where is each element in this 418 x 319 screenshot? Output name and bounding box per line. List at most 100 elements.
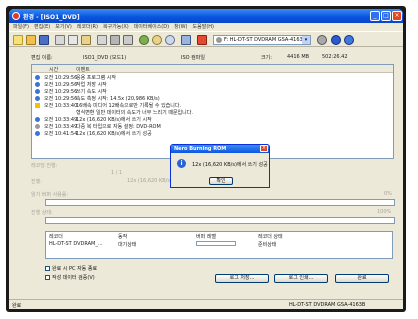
recorder-col-header: 레코더: [49, 234, 63, 240]
dialog-close-icon[interactable]: ×: [260, 145, 268, 152]
save-log-button[interactable]: 로그 저장...: [215, 274, 269, 283]
paste-icon[interactable]: [81, 35, 91, 45]
maximize-button[interactable]: □: [381, 11, 391, 21]
log-message: 12x (16,620 KB/s)에서 쓰기 시작: [76, 117, 152, 123]
menu-view[interactable]: 보기(V): [55, 23, 72, 31]
save-icon[interactable]: [39, 35, 49, 45]
refresh-icon[interactable]: [139, 35, 149, 45]
step-label: 레코딩 진행:: [31, 163, 58, 169]
menu-help[interactable]: 도움말(H): [193, 23, 214, 31]
drive-select[interactable]: F: HL-DT-ST DVDRAM GSA-4163B ▾: [213, 35, 311, 45]
checkbox-box[interactable]: [45, 266, 50, 271]
log-row: 오전 10:29:56 응용 프로그램 시작: [32, 74, 393, 81]
dialog-title-bar[interactable]: Nero Burning ROM ×: [171, 145, 269, 153]
copy-disc-icon[interactable]: [123, 35, 133, 45]
menu-extras[interactable]: 복구가능(X): [103, 23, 129, 31]
verify-label: 작성 데이터 검증(V): [52, 275, 95, 281]
toolbar: F: HL-DT-ST DVDRAM GSA-4163B ▾: [9, 31, 403, 47]
done-button[interactable]: 완료: [335, 274, 389, 283]
menu-file[interactable]: 파일(F): [13, 23, 29, 31]
print-log-button[interactable]: 로그 인쇄...: [274, 274, 328, 283]
log-row: 형식변환 일반 데이터의 속도가 너무 느리기 때문입니다.: [32, 109, 393, 116]
log-message: 쓰기 속도 시작: [76, 89, 107, 95]
log-message: 속도 측정 시작: 14.5x (20,986 KB/s): [76, 96, 160, 102]
log-time: 오전 10:33:49: [44, 124, 78, 130]
shutdown-checkbox[interactable]: 완료 시 PC 자동 종료: [45, 265, 97, 272]
action-col-header: 동작: [118, 234, 128, 240]
status-drive: HL-DT-ST DVDRAM GSA-4163B: [289, 302, 366, 308]
burn-icon[interactable]: [110, 35, 120, 45]
menu-recorder[interactable]: 레코더(R): [77, 23, 98, 31]
image-icon[interactable]: [97, 35, 107, 45]
checkbox-box[interactable]: [45, 275, 50, 280]
recorder-action: 대기상태: [118, 242, 137, 248]
log-message: 다중 복 타입으로 자동 설정: DVD-ROM: [76, 124, 161, 130]
drive-icon: [216, 37, 222, 43]
log-message: 형식변환 일반 데이터의 속도가 너무 느리기 때문입니다.: [76, 110, 193, 116]
status-text: 완료: [12, 303, 22, 309]
size-value: 4416 MB: [287, 54, 310, 60]
capacity-value: 502:26.42: [322, 54, 348, 60]
title-bar[interactable]: 환경 - [ISO1_DVD] _ □ ×: [9, 9, 403, 23]
info-icon: [35, 75, 40, 80]
minimize-button[interactable]: _: [370, 11, 380, 21]
progress-value: 12x (16,620 KB/s): [127, 178, 172, 184]
log-message: 12x (16,620 KB/s)에서 쓰기 성공: [76, 131, 152, 137]
recorder-table[interactable]: 레코더 동작 버퍼 레벨 레코더 상태 HL-DT-ST DVDRAM_... …: [45, 231, 393, 259]
log-col-event[interactable]: 이벤트: [76, 66, 90, 73]
log-message: 16배속 미디어 12배속으로만 기록될 수 있습니다.: [76, 103, 182, 109]
chevron-down-icon[interactable]: ▾: [302, 36, 310, 44]
compilation-name-value: ISO1_DVD (모드1): [83, 55, 127, 61]
ok-button[interactable]: 확인: [209, 177, 233, 185]
buffer-percent: 0%: [384, 191, 392, 197]
app-window: 환경 - [ISO1_DVD] _ □ × 파일(F) 편집(E) 보기(V) …: [9, 9, 403, 309]
close-button[interactable]: ×: [392, 11, 402, 21]
info-icon: [35, 82, 40, 87]
status-col-header: 레코더 상태: [258, 234, 283, 240]
log-time: 오전 10:33:49: [44, 117, 78, 123]
write-label: 진행 상태:: [31, 210, 53, 216]
log-row: 오전 10:29:56 속도 측정 시작: 14.5x (20,986 KB/s…: [32, 95, 393, 102]
info-icon: [35, 96, 40, 101]
menu-edit[interactable]: 편집(E): [34, 23, 50, 31]
menu-window[interactable]: 창(W): [174, 23, 187, 31]
buffer-label: 읽기 버퍼 사용률:: [31, 192, 69, 198]
log-time: 오전 10:29:56: [44, 75, 78, 81]
drive-select-value: F: HL-DT-ST DVDRAM GSA-4163B: [224, 37, 307, 43]
log-row: 오전 10:29:56 작업 저장 시작: [32, 81, 393, 88]
info-icon[interactable]: [331, 35, 341, 45]
info-icon: [35, 131, 40, 136]
log-time: 오전 10:29:56: [44, 96, 78, 102]
log-row: 오전 10:41:54 12x (16,620 KB/s)에서 쓰기 성공: [32, 130, 393, 137]
window-title: 환경 - [ISO1_DVD]: [23, 14, 80, 21]
log-message: 응용 프로그램 시작: [76, 75, 116, 81]
log-time: 오전 10:29:56: [44, 82, 78, 88]
nero-logo-icon[interactable]: [197, 35, 207, 45]
nero-app-icon: [12, 12, 20, 20]
log-time: 오전 10:29:56: [44, 89, 78, 95]
copy-icon[interactable]: [68, 35, 78, 45]
status-bar: 완료 HL-DT-ST DVDRAM GSA-4163B: [9, 299, 403, 309]
new-compilation-icon[interactable]: [13, 35, 23, 45]
verify-checkbox[interactable]: 작성 데이터 검증(V): [45, 274, 95, 281]
disc-icon: [35, 124, 40, 129]
disc-info-icon[interactable]: [152, 35, 162, 45]
help-icon[interactable]: [344, 35, 354, 45]
disc-settings-icon[interactable]: [317, 35, 327, 45]
open-folder-icon[interactable]: [26, 35, 36, 45]
menu-database[interactable]: 데이터베이스(D): [134, 23, 169, 31]
info-icon: [35, 117, 40, 122]
cut-icon[interactable]: [55, 35, 65, 45]
size-label: 크기:: [261, 55, 272, 61]
info-icon: i: [177, 159, 186, 168]
write-progress-bar: [45, 217, 395, 224]
menu-bar: 파일(F) 편집(E) 보기(V) 레코더(R) 복구가능(X) 데이터베이스(…: [9, 23, 403, 31]
log-row: 오전 10:33:49 다중 복 타입으로 자동 설정: DVD-ROM: [32, 123, 393, 130]
nero-dialog: Nero Burning ROM × i 12x (16,620 KB/s)에서…: [170, 144, 270, 188]
window-icon[interactable]: [181, 35, 191, 45]
eject-icon[interactable]: [165, 35, 175, 45]
log-row: 오전 10:33:40 16배속 미디어 12배속으로만 기록될 수 있습니다.: [32, 102, 393, 109]
log-col-time[interactable]: 시간: [49, 66, 58, 73]
write-percent: 100%: [377, 209, 392, 215]
log-header: 시간 이벤트: [32, 65, 393, 73]
